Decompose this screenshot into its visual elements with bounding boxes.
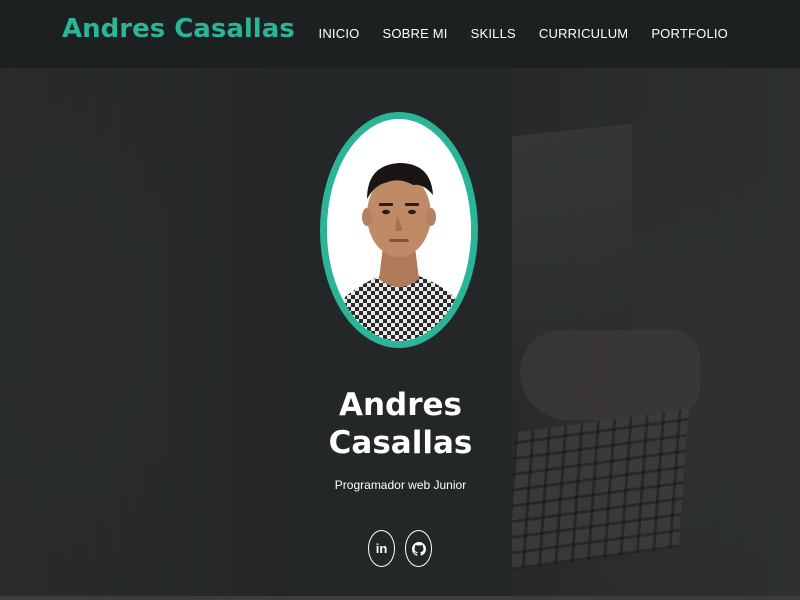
brand-logo[interactable]: Andres Casallas	[62, 14, 295, 44]
main-nav: INICIO SOBRE MI SKILLS CURRICULUM PORTFO…	[319, 26, 728, 41]
background-laptop-screen	[512, 123, 632, 347]
site-header: Andres Casallas INICIO SOBRE MI SKILLS C…	[0, 0, 800, 68]
github-button[interactable]	[405, 530, 432, 567]
profile-card: Andres Casallas Programador web Junior i…	[289, 68, 512, 600]
avatar-portrait	[327, 119, 471, 341]
background-keyboard	[505, 408, 689, 572]
social-links: in	[368, 530, 432, 567]
nav-portfolio[interactable]: PORTFOLIO	[651, 26, 728, 41]
github-icon	[411, 541, 426, 556]
linkedin-icon: in	[375, 541, 388, 556]
nav-curriculum[interactable]: CURRICULUM	[539, 26, 628, 41]
profile-role: Programador web Junior	[334, 478, 467, 492]
page-bottom-edge	[0, 596, 800, 600]
nav-skills[interactable]: SKILLS	[471, 26, 516, 41]
nav-sobre-mi[interactable]: SOBRE MI	[382, 26, 447, 41]
profile-name: Andres Casallas	[289, 386, 512, 462]
profile-name-line2: Casallas	[328, 425, 473, 461]
profile-name-line1: Andres	[338, 387, 463, 423]
avatar-ring	[320, 112, 478, 348]
linkedin-button[interactable]: in	[368, 530, 395, 567]
background-hand	[520, 330, 700, 420]
avatar	[327, 119, 471, 341]
background-person-left	[0, 68, 290, 600]
nav-inicio[interactable]: INICIO	[319, 26, 360, 41]
